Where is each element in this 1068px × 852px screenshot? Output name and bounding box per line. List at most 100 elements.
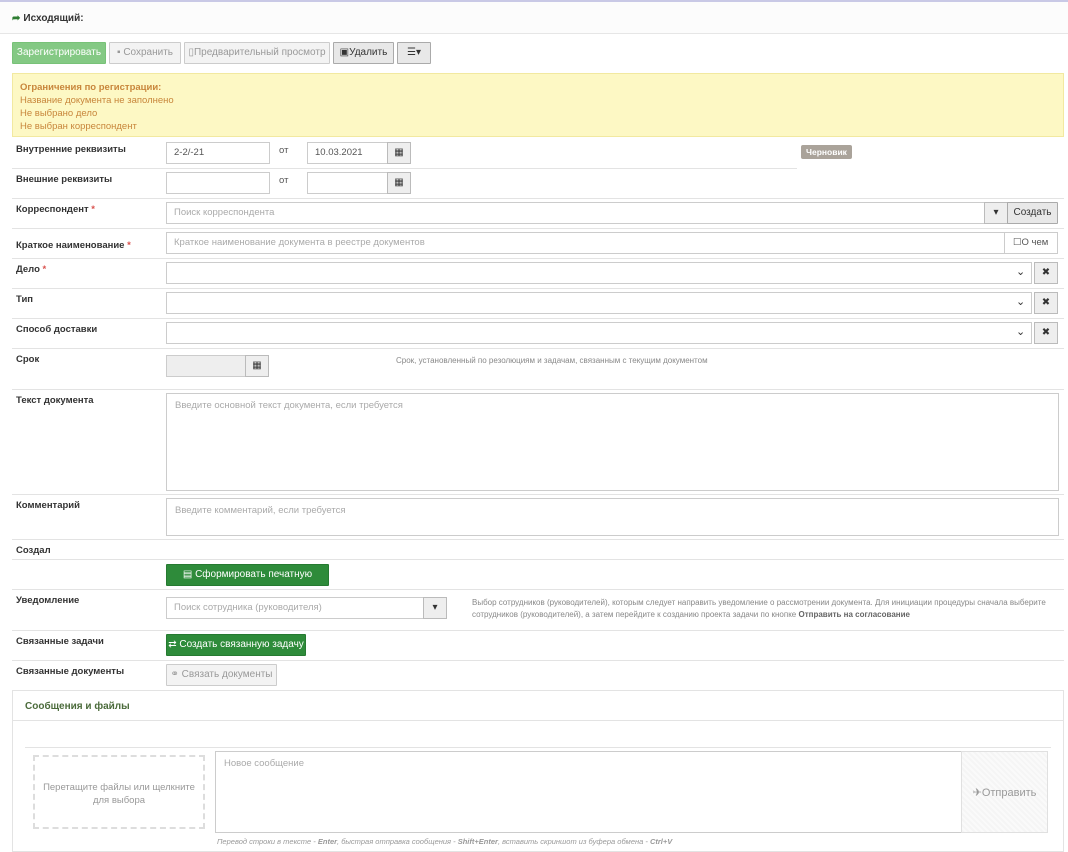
create-correspondent-button[interactable]: Создать bbox=[1007, 202, 1058, 224]
registration-alert: Ограничения по регистрации: Название док… bbox=[12, 73, 1064, 137]
divider bbox=[25, 747, 1051, 748]
deadline-input bbox=[166, 355, 246, 377]
preview-label: Предварительный просмотр bbox=[193, 47, 326, 58]
divider bbox=[12, 559, 1064, 560]
divider bbox=[12, 168, 797, 169]
text-label: Текст документа bbox=[16, 395, 94, 406]
more-menu-button[interactable]: ☰▾ bbox=[397, 42, 431, 64]
messages-title: Сообщения и файлы bbox=[25, 701, 130, 712]
type-label: Тип bbox=[16, 294, 34, 305]
caret-down-icon[interactable]: ▾ bbox=[423, 597, 447, 619]
preview-button[interactable]: ▯Предварительный просмотр bbox=[184, 42, 330, 64]
internal-date-input[interactable]: 10.03.2021 bbox=[307, 142, 388, 164]
short-name-label: Краткое наименование * bbox=[16, 240, 131, 251]
external-number-input[interactable] bbox=[166, 172, 270, 194]
created-label: Создал bbox=[16, 545, 51, 556]
short-name-input[interactable]: Краткое наименование документа в реестре… bbox=[166, 232, 1005, 254]
from-label: от bbox=[279, 145, 289, 156]
page-title: ➦ Исходящий: bbox=[12, 13, 84, 24]
deadline-label: Срок bbox=[16, 354, 40, 365]
create-linked-task-label: Создать связанную задачу bbox=[179, 639, 304, 650]
divider bbox=[12, 258, 1064, 259]
about-label: О чем bbox=[1021, 237, 1049, 248]
divider bbox=[12, 228, 1064, 229]
external-requisites-label: Внешние реквизиты bbox=[16, 174, 113, 185]
link-documents-button[interactable]: ⚭ Связать документы bbox=[166, 664, 277, 686]
divider bbox=[12, 660, 1064, 661]
messages-panel: Сообщения и файлы Перетащите файлы или щ… bbox=[12, 690, 1064, 852]
linked-tasks-label: Связанные задачи bbox=[16, 636, 104, 647]
status-badge: Черновик bbox=[801, 145, 852, 159]
chevron-down-icon[interactable]: ⌄ bbox=[1016, 295, 1025, 308]
checkbox-icon: ☐ bbox=[1013, 237, 1022, 248]
close-icon[interactable]: ✖ bbox=[1034, 322, 1058, 344]
linked-docs-label: Связанные документы bbox=[16, 666, 125, 677]
delete-label: Удалить bbox=[349, 47, 388, 58]
divider bbox=[12, 589, 1064, 590]
caret-down-icon[interactable]: ▾ bbox=[984, 202, 1008, 224]
floppy-icon: ▪ bbox=[116, 47, 121, 58]
divider bbox=[12, 630, 1064, 631]
sign-out-icon: ➦ bbox=[12, 13, 21, 24]
alert-line: Не выбрано дело bbox=[20, 108, 98, 119]
calendar-icon[interactable]: ▦ bbox=[387, 142, 411, 164]
divider bbox=[12, 198, 1064, 199]
divider bbox=[12, 494, 1064, 495]
divider bbox=[12, 318, 1064, 319]
send-button[interactable]: ✈Отправить bbox=[961, 751, 1048, 833]
chevron-down-icon[interactable]: ⌄ bbox=[1016, 325, 1025, 338]
file-icon: ▤ bbox=[182, 569, 193, 580]
comment-area[interactable]: Введите комментарий, если требуется bbox=[166, 498, 1059, 536]
divider bbox=[13, 720, 1063, 721]
notify-hint: Выбор сотрудников (руководителей), котор… bbox=[472, 598, 1046, 619]
page-header: ➦ Исходящий: bbox=[0, 0, 1068, 34]
case-label: Дело * bbox=[16, 264, 47, 275]
new-message-input[interactable]: Новое сообщение bbox=[215, 751, 962, 833]
file-dropzone[interactable]: Перетащите файлы или щелкните для выбора bbox=[33, 755, 205, 829]
from-label: от bbox=[279, 175, 289, 186]
external-date-input[interactable] bbox=[307, 172, 388, 194]
notify-label: Уведомление bbox=[16, 595, 80, 606]
send-label: Отправить bbox=[981, 787, 1037, 799]
link-icon: ⚭ bbox=[170, 669, 179, 680]
page-title-text: Исходящий: bbox=[23, 13, 84, 24]
delivery-label: Способ доставки bbox=[16, 324, 98, 335]
chevron-down-icon[interactable]: ⌄ bbox=[1016, 265, 1025, 278]
save-label: Сохранить bbox=[123, 47, 174, 58]
print-form-button[interactable]: ▤ Сформировать печатную форму bbox=[166, 564, 329, 600]
divider bbox=[12, 348, 1064, 349]
message-shortcuts-hint: Перевод строки в тексте - Enter, быстрая… bbox=[217, 837, 673, 846]
internal-number-input[interactable]: 2-2/-21 bbox=[166, 142, 270, 164]
delete-button[interactable]: ▣Удалить bbox=[333, 42, 394, 64]
divider bbox=[12, 389, 1064, 390]
case-select[interactable] bbox=[166, 262, 1032, 284]
register-button[interactable]: Зарегистрировать bbox=[12, 42, 106, 64]
print-form-label: Сформировать печатную форму bbox=[195, 569, 313, 600]
comment-label: Комментарий bbox=[16, 500, 80, 511]
deadline-hint: Срок, установленный по резолюциям и зада… bbox=[396, 356, 708, 365]
delivery-select[interactable] bbox=[166, 322, 1032, 344]
internal-requisites-label: Внутренние реквизиты bbox=[16, 144, 126, 155]
correspondent-label: Корреспондент * bbox=[16, 204, 95, 215]
divider bbox=[12, 539, 1064, 540]
calendar-icon[interactable]: ▦ bbox=[245, 355, 269, 377]
clipboard-icon: ▣ bbox=[339, 47, 350, 58]
close-icon[interactable]: ✖ bbox=[1034, 262, 1058, 284]
calendar-icon[interactable]: ▦ bbox=[387, 172, 411, 194]
caret-down-icon: ▾ bbox=[415, 47, 421, 58]
divider bbox=[12, 288, 1064, 289]
about-checkbox[interactable]: ☐О чем bbox=[1004, 232, 1058, 254]
alert-line: Не выбран корреспондент bbox=[20, 121, 137, 132]
create-linked-task-button[interactable]: ⇄ Создать связанную задачу bbox=[166, 634, 306, 656]
list-icon: ☰ bbox=[407, 47, 416, 58]
notify-search-input[interactable]: Поиск сотрудника (руководителя) bbox=[166, 597, 424, 619]
alert-title: Ограничения по регистрации: bbox=[20, 82, 162, 93]
document-text-area[interactable]: Введите основной текст документа, если т… bbox=[166, 393, 1059, 491]
correspondent-search-input[interactable]: Поиск корреспондента bbox=[166, 202, 985, 224]
type-select[interactable] bbox=[166, 292, 1032, 314]
close-icon[interactable]: ✖ bbox=[1034, 292, 1058, 314]
link-documents-label: Связать документы bbox=[181, 669, 273, 680]
exchange-icon: ⇄ bbox=[168, 639, 177, 650]
save-button[interactable]: ▪ Сохранить bbox=[109, 42, 181, 64]
alert-line: Название документа не заполнено bbox=[20, 95, 174, 106]
